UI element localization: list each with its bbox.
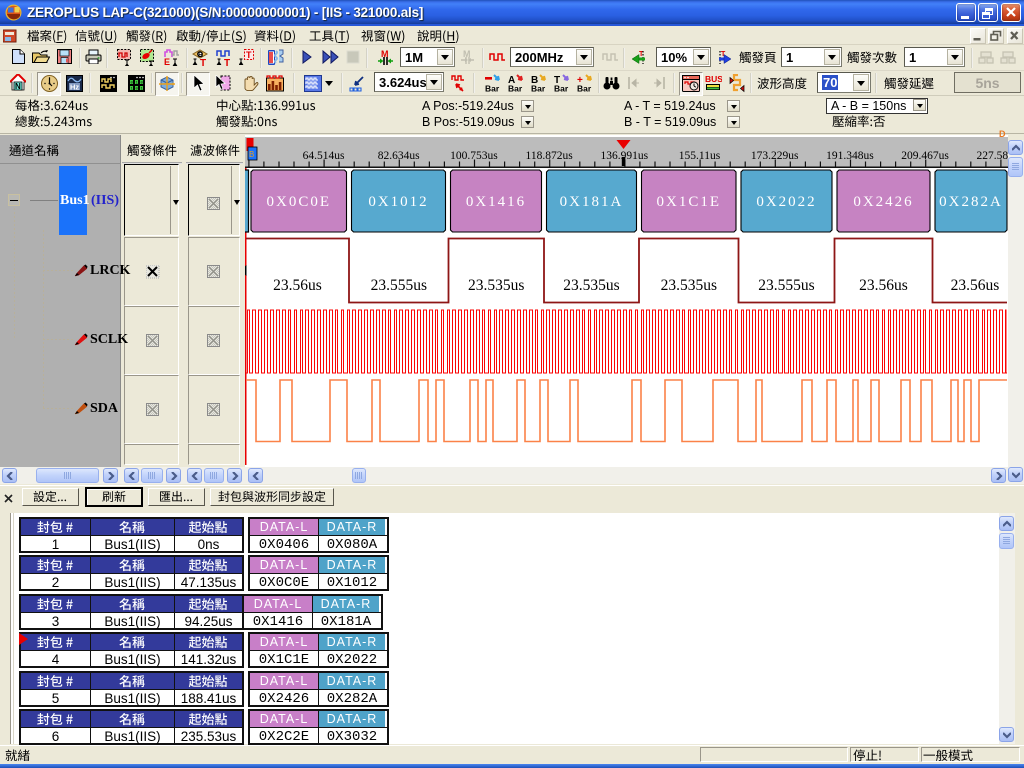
- svg-text:0X282A: 0X282A: [939, 194, 1003, 210]
- svg-text:T: T: [224, 58, 230, 66]
- svg-text:Bar: Bar: [485, 84, 500, 94]
- svg-text:118.872us: 118.872us: [526, 150, 574, 162]
- svg-text:209.467us: 209.467us: [901, 150, 949, 162]
- svg-text:100.753us: 100.753us: [450, 150, 498, 162]
- svg-text:0X2426: 0X2426: [853, 194, 913, 210]
- svg-text:N: N: [15, 82, 21, 91]
- svg-text:23.56us: 23.56us: [273, 277, 322, 294]
- svg-text:0X2022: 0X2022: [756, 194, 816, 210]
- svg-text:155.11us: 155.11us: [679, 150, 721, 162]
- svg-text:Bar: Bar: [531, 84, 546, 94]
- svg-text:23.535us: 23.535us: [563, 277, 619, 294]
- svg-text:Bar: Bar: [508, 84, 523, 94]
- svg-text:23.535us: 23.535us: [661, 277, 717, 294]
- svg-text:23.555us: 23.555us: [758, 277, 814, 294]
- svg-text:0X1416: 0X1416: [466, 194, 526, 210]
- svg-text:173.229us: 173.229us: [751, 150, 799, 162]
- svg-text:B: B: [249, 150, 254, 159]
- svg-text:82.634us: 82.634us: [378, 150, 420, 162]
- svg-text:Bar: Bar: [577, 84, 592, 94]
- svg-text:23.555us: 23.555us: [371, 277, 427, 294]
- svg-text:227.586us: 227.586us: [976, 150, 1008, 162]
- svg-text:23.56us: 23.56us: [859, 277, 908, 294]
- svg-text:191.348us: 191.348us: [826, 150, 874, 162]
- svg-text:BUS: BUS: [705, 75, 722, 84]
- svg-text:Bar: Bar: [554, 84, 569, 94]
- svg-text:0X0C0E: 0X0C0E: [267, 194, 332, 210]
- svg-text:T: T: [246, 50, 252, 60]
- svg-text:E: E: [164, 57, 170, 66]
- svg-text:Hz: Hz: [70, 83, 79, 92]
- svg-text:0X181A: 0X181A: [560, 194, 624, 210]
- svg-text:0X1012: 0X1012: [368, 194, 428, 210]
- svg-text:64.514us: 64.514us: [303, 150, 345, 162]
- svg-text:23.535us: 23.535us: [468, 277, 524, 294]
- svg-text:T: T: [200, 58, 206, 66]
- svg-text:23.56us: 23.56us: [951, 277, 1000, 294]
- svg-text:0X1C1E: 0X1C1E: [657, 194, 722, 210]
